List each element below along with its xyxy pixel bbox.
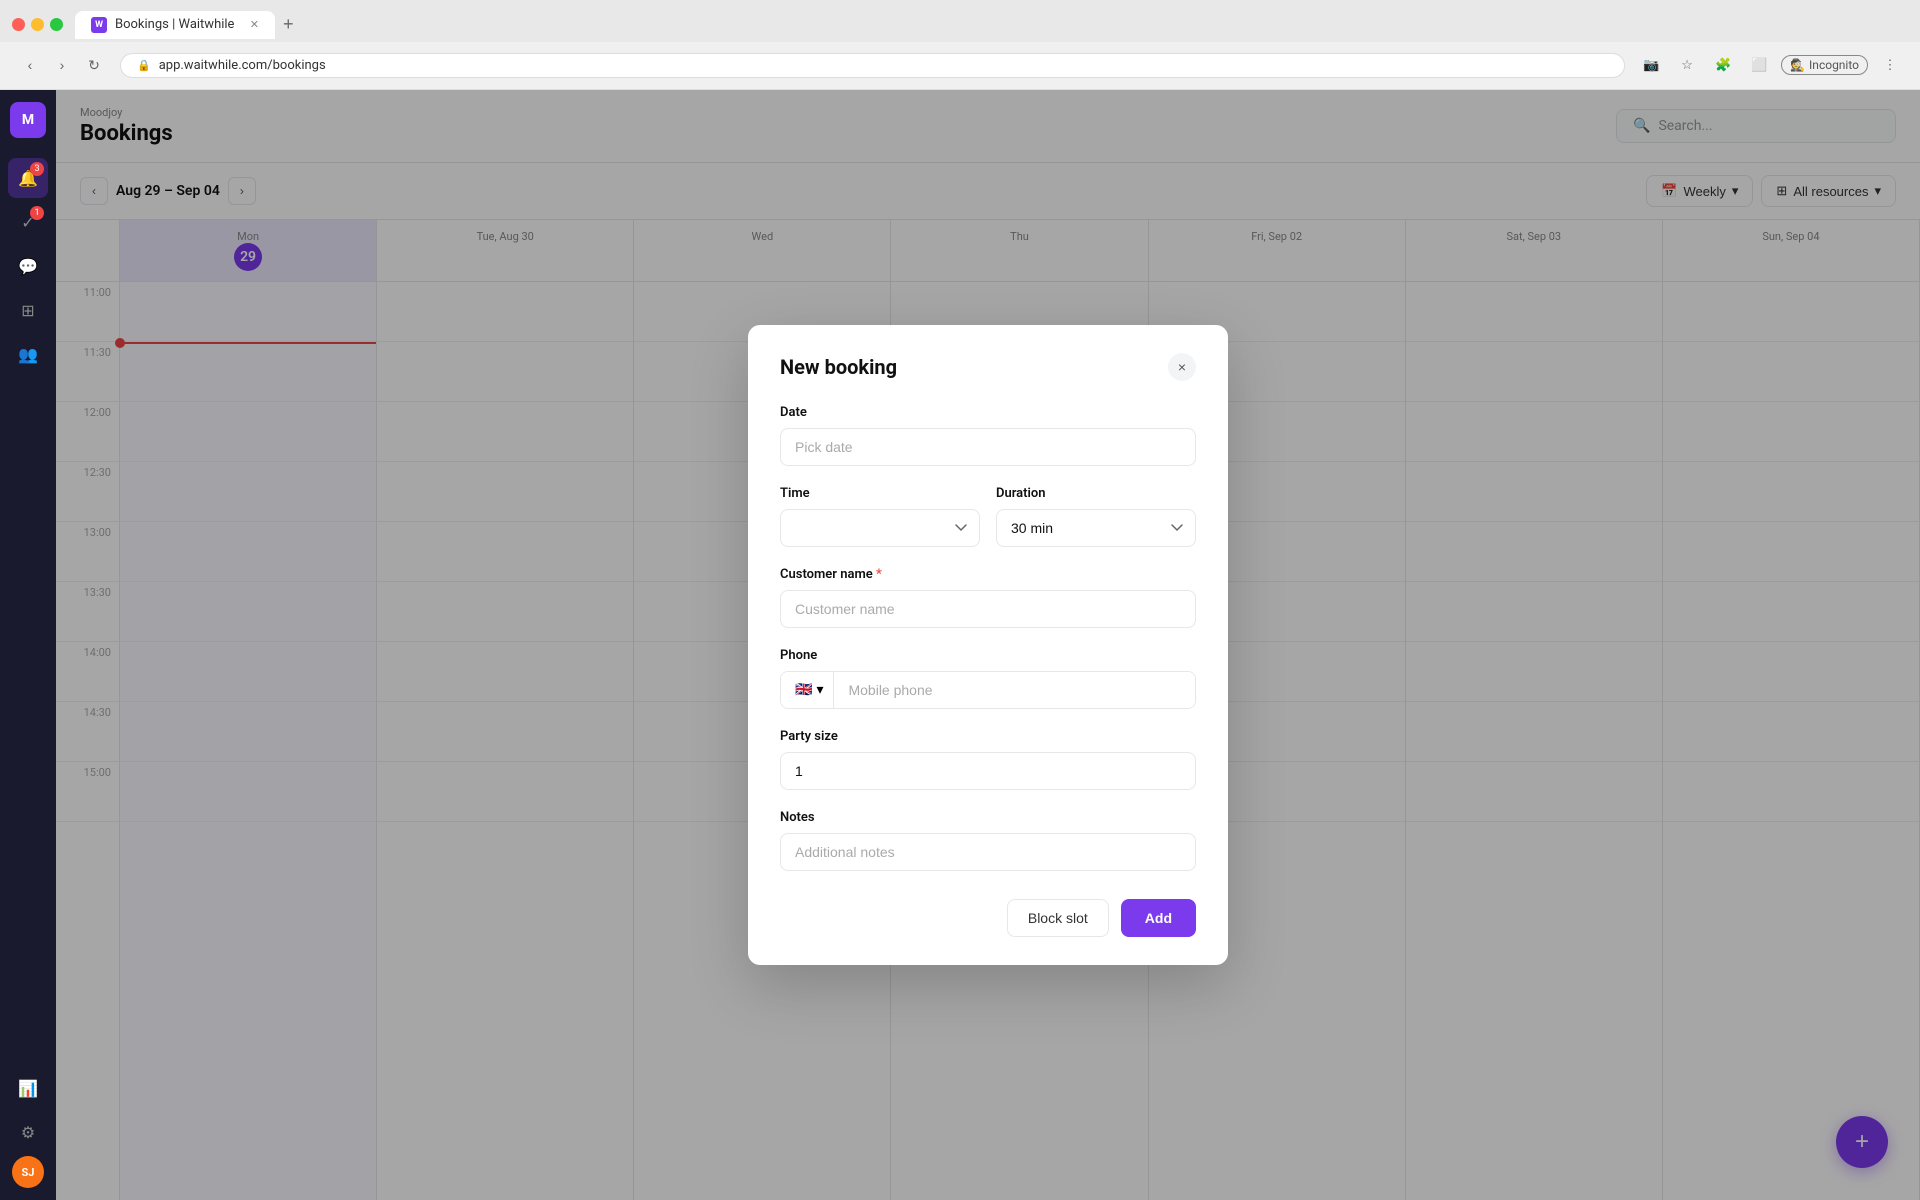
phone-input[interactable] — [834, 672, 1195, 708]
sidebar-bottom: 📊 ⚙ SJ — [8, 1068, 48, 1188]
forward-button[interactable]: › — [48, 51, 76, 79]
nav-arrows: ‹ › ↻ — [16, 51, 108, 79]
incognito-icon: 🕵️ — [1790, 58, 1805, 72]
incognito-label: Incognito — [1809, 58, 1859, 72]
address-bar[interactable]: 🔒 app.waitwhile.com/bookings — [120, 53, 1625, 78]
nav-icons: 📷 ☆ 🧩 ⬜ 🕵️ Incognito ⋮ — [1637, 51, 1904, 79]
sidebar-item-people[interactable]: 👥 — [8, 334, 48, 374]
extensions-icon[interactable]: 🧩 — [1709, 51, 1737, 79]
star-icon[interactable]: ☆ — [1673, 51, 1701, 79]
modal-footer: Block slot Add — [780, 899, 1196, 937]
sidebar-logo: M — [10, 102, 46, 138]
date-label: Date — [780, 405, 1196, 420]
tab-bar: W Bookings | Waitwhile ✕ + — [0, 0, 1920, 42]
more-options-icon[interactable]: ⋮ — [1876, 51, 1904, 79]
customer-name-label: Customer name * — [780, 567, 1196, 582]
grid-icon: ⊞ — [21, 301, 34, 320]
modal-header: New booking × — [780, 353, 1196, 381]
sidebar-item-charts[interactable]: 📊 — [8, 1068, 48, 1108]
chat-icon: 💬 — [18, 257, 38, 276]
time-select[interactable] — [780, 509, 980, 547]
people-icon: 👥 — [18, 345, 38, 364]
sidebar-item-messages[interactable]: 💬 — [8, 246, 48, 286]
chart-icon: 📊 — [18, 1079, 38, 1098]
phone-label: Phone — [780, 648, 1196, 663]
new-tab-button[interactable]: + — [275, 14, 302, 35]
notifications-badge: 3 — [30, 162, 44, 176]
camera-off-icon[interactable]: 📷 — [1637, 51, 1665, 79]
modal-title: New booking — [780, 355, 897, 379]
browser-chrome: W Bookings | Waitwhile ✕ + ‹ › ↻ 🔒 app.w… — [0, 0, 1920, 90]
maximize-dot[interactable] — [50, 18, 63, 31]
block-slot-button[interactable]: Block slot — [1007, 899, 1109, 937]
main-content: Moodjoy Bookings 🔍 Search... ‹ Aug 29 – … — [56, 90, 1920, 1200]
minimize-dot[interactable] — [31, 18, 44, 31]
tab-title: Bookings | Waitwhile — [115, 17, 234, 32]
active-tab[interactable]: W Bookings | Waitwhile ✕ — [75, 11, 275, 39]
phone-input-wrap: 🇬🇧 ▾ — [780, 671, 1196, 709]
time-duration-row: Time Duration 30 min 15 min 45 min 60 mi… — [780, 486, 1196, 567]
reload-button[interactable]: ↻ — [80, 51, 108, 79]
gear-icon: ⚙ — [21, 1123, 35, 1142]
party-size-label: Party size — [780, 729, 1196, 744]
new-booking-modal: New booking × Date Time — [748, 325, 1228, 965]
party-size-form-group: Party size — [780, 729, 1196, 790]
tasks-badge: 1 — [30, 206, 44, 220]
back-button[interactable]: ‹ — [16, 51, 44, 79]
window-controls — [12, 18, 63, 31]
customer-name-form-group: Customer name * — [780, 567, 1196, 628]
duration-form-group: Duration 30 min 15 min 45 min 60 min — [996, 486, 1196, 547]
sidebar-item-tasks[interactable]: ✓ 1 — [8, 202, 48, 242]
url-text: app.waitwhile.com/bookings — [159, 58, 326, 73]
notes-label: Notes — [780, 810, 1196, 825]
lock-icon: 🔒 — [137, 59, 151, 72]
modal-overlay[interactable]: New booking × Date Time — [56, 90, 1920, 1200]
tab-favicon: W — [91, 17, 107, 33]
time-label: Time — [780, 486, 980, 501]
tab-close-icon[interactable]: ✕ — [250, 18, 259, 31]
sidebar: M 🔔 3 ✓ 1 💬 ⊞ 👥 📊 ⚙ SJ — [0, 90, 56, 1200]
close-dot[interactable] — [12, 18, 25, 31]
date-input[interactable] — [780, 428, 1196, 466]
date-form-group: Date — [780, 405, 1196, 466]
time-form-group: Time — [780, 486, 980, 547]
party-size-input[interactable] — [780, 752, 1196, 790]
sidebar-item-settings[interactable]: ⚙ — [8, 1112, 48, 1152]
app-container: M 🔔 3 ✓ 1 💬 ⊞ 👥 📊 ⚙ SJ — [0, 90, 1920, 1200]
modal-close-button[interactable]: × — [1168, 353, 1196, 381]
user-avatar[interactable]: SJ — [12, 1156, 44, 1188]
nav-bar: ‹ › ↻ 🔒 app.waitwhile.com/bookings 📷 ☆ 🧩… — [0, 42, 1920, 89]
customer-name-input[interactable] — [780, 590, 1196, 628]
notes-input[interactable] — [780, 833, 1196, 871]
incognito-badge: 🕵️ Incognito — [1781, 55, 1868, 75]
phone-form-group: Phone 🇬🇧 ▾ — [780, 648, 1196, 709]
add-booking-button[interactable]: Add — [1121, 899, 1196, 937]
phone-country-selector[interactable]: 🇬🇧 ▾ — [781, 672, 834, 708]
duration-select[interactable]: 30 min 15 min 45 min 60 min — [996, 509, 1196, 547]
uk-flag-icon: 🇬🇧 — [795, 682, 812, 698]
window-icon[interactable]: ⬜ — [1745, 51, 1773, 79]
sidebar-item-grid[interactable]: ⊞ — [8, 290, 48, 330]
duration-label: Duration — [996, 486, 1196, 501]
required-marker: * — [873, 567, 882, 582]
notes-form-group: Notes — [780, 810, 1196, 871]
sidebar-item-notifications[interactable]: 🔔 3 — [8, 158, 48, 198]
dropdown-arrow-icon: ▾ — [816, 682, 823, 698]
